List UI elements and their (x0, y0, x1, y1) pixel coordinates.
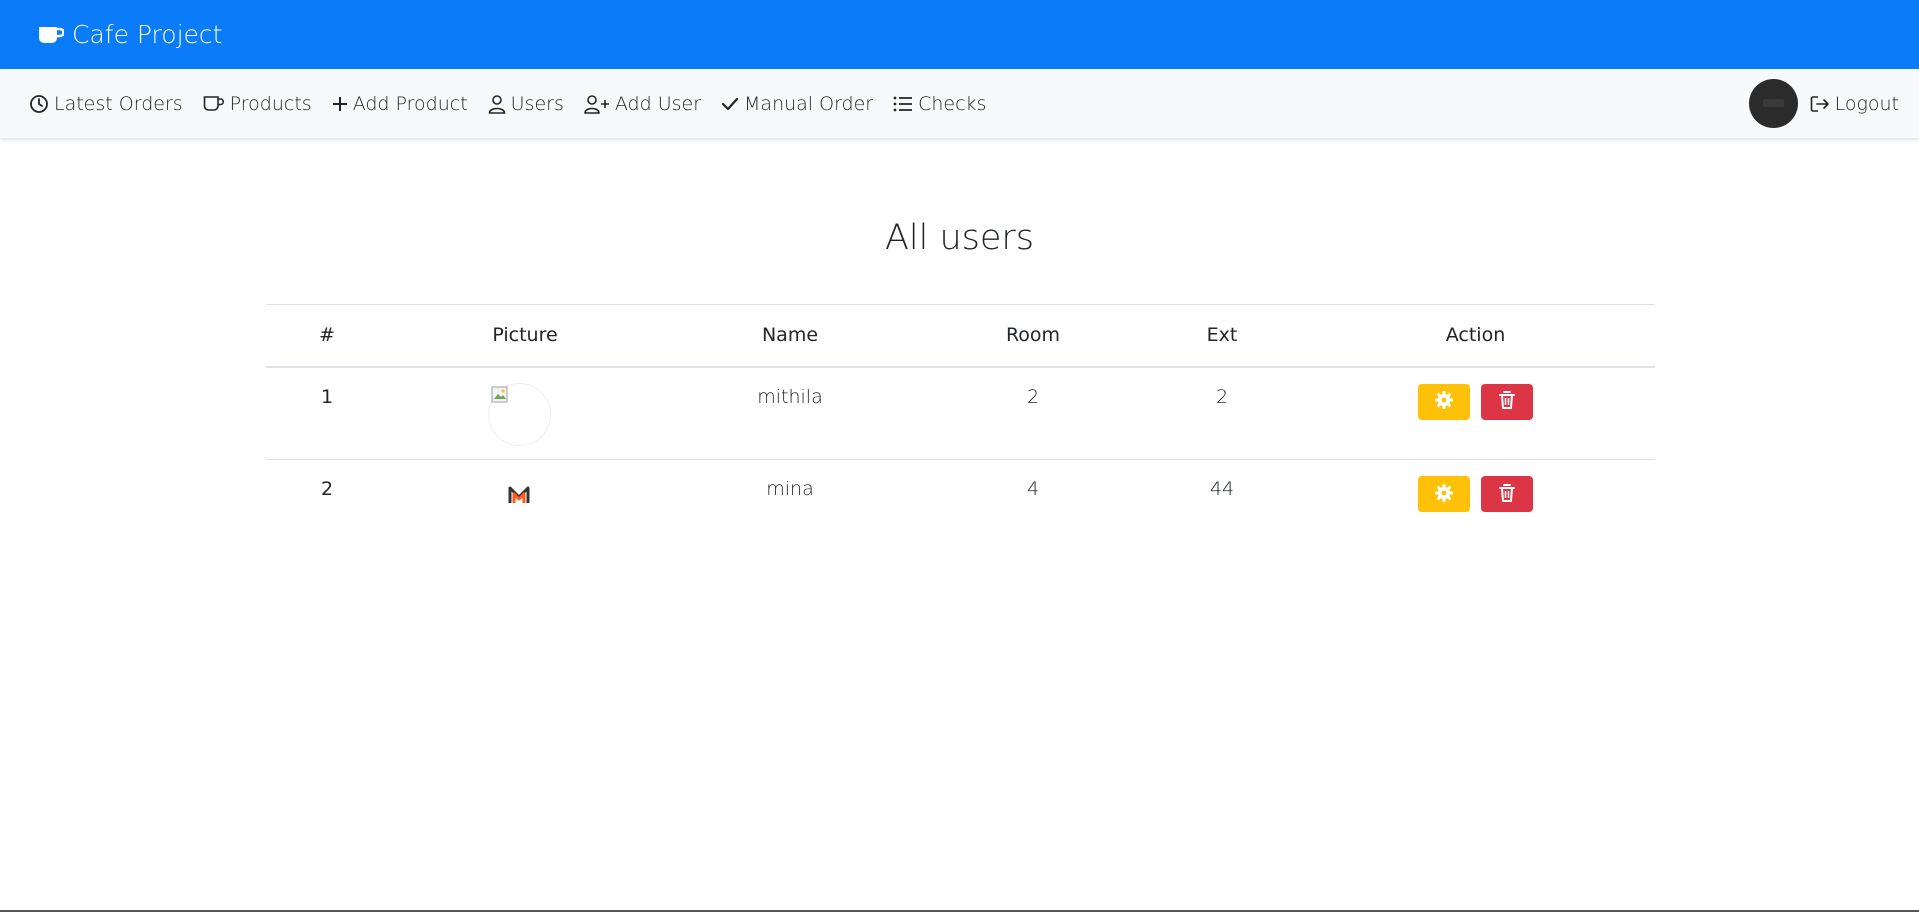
column-header-name: Name (662, 304, 918, 368)
row-picture (388, 366, 662, 460)
column-header-action: Action (1296, 304, 1655, 368)
person-icon (488, 94, 506, 114)
column-header-picture: Picture (388, 304, 662, 368)
column-header-ext: Ext (1148, 304, 1296, 368)
table-header-row: # Picture Name Room Ext Action (266, 304, 1655, 368)
row-actions (1296, 366, 1655, 460)
table-row: 2 mina 4 44 (266, 460, 1655, 534)
avatar[interactable] (1748, 79, 1798, 128)
nav-item-manual-order[interactable]: Manual Order (721, 93, 873, 115)
nav-item-latest-orders[interactable]: Latest Orders (29, 93, 183, 115)
row-ext: 44 (1209, 478, 1235, 500)
clock-icon (29, 94, 49, 114)
logout-icon (1810, 95, 1830, 113)
person-plus-icon (584, 94, 610, 114)
gear-icon (1434, 390, 1454, 413)
nav-item-label: Manual Order (744, 92, 874, 115)
nav-item-checks[interactable]: Checks (893, 93, 986, 115)
row-index: 2 (320, 478, 334, 500)
nav-item-add-product[interactable]: Add Product (332, 93, 468, 115)
nav-item-label: Products (229, 92, 312, 115)
row-room: 4 (1026, 478, 1040, 500)
column-header-room: Room (918, 304, 1148, 368)
row-ext: 2 (1148, 366, 1296, 460)
user-picture (487, 382, 551, 446)
edit-user-button[interactable] (1418, 383, 1471, 420)
plus-icon (332, 96, 348, 112)
trash-icon (1498, 483, 1516, 506)
brand-title: Cafe Project (72, 20, 223, 49)
trash-icon (1498, 390, 1516, 413)
check-icon (721, 96, 739, 112)
delete-user-button[interactable] (1480, 383, 1533, 420)
nav-item-label: Add User (614, 92, 702, 115)
logout-label: Logout (1834, 92, 1899, 115)
column-header-index: # (266, 304, 388, 368)
users-table: # Picture Name Room Ext Action 1 mithila… (266, 304, 1655, 534)
nav-item-add-user[interactable]: Add User (584, 93, 701, 115)
row-name: mina (766, 478, 814, 500)
logout-link[interactable]: Logout (1810, 93, 1899, 115)
nav-user-area: Logout (1748, 79, 1899, 128)
row-picture (388, 460, 662, 534)
page-title: All users (884, 218, 1035, 258)
delete-user-button[interactable] (1480, 476, 1533, 512)
row-index: 1 (266, 366, 388, 460)
m-logo-icon (508, 486, 530, 509)
top-brand-bar: Cafe Project (0, 0, 1919, 69)
cup-icon (38, 25, 64, 45)
nav-links: Latest Orders Products Add Product Users… (29, 93, 1006, 115)
gear-icon (1434, 483, 1454, 506)
nav-item-products[interactable]: Products (203, 93, 312, 115)
nav-item-label: Users (510, 92, 564, 115)
row-actions (1296, 460, 1655, 534)
row-name: mithila (662, 366, 918, 460)
cup-icon (203, 95, 225, 113)
nav-item-users[interactable]: Users (488, 93, 564, 115)
nav-item-label: Checks (918, 92, 987, 115)
broken-image-icon (491, 386, 509, 409)
brand-link[interactable]: Cafe Project (38, 20, 222, 49)
list-icon (893, 95, 913, 113)
table-row: 1 mithila 2 2 (266, 366, 1655, 460)
nav-item-label: Latest Orders (54, 92, 183, 115)
nav-bar: Latest Orders Products Add Product Users… (0, 69, 1919, 138)
edit-user-button[interactable] (1418, 476, 1471, 512)
row-room: 2 (918, 366, 1148, 460)
nav-item-label: Add Product (352, 92, 468, 115)
